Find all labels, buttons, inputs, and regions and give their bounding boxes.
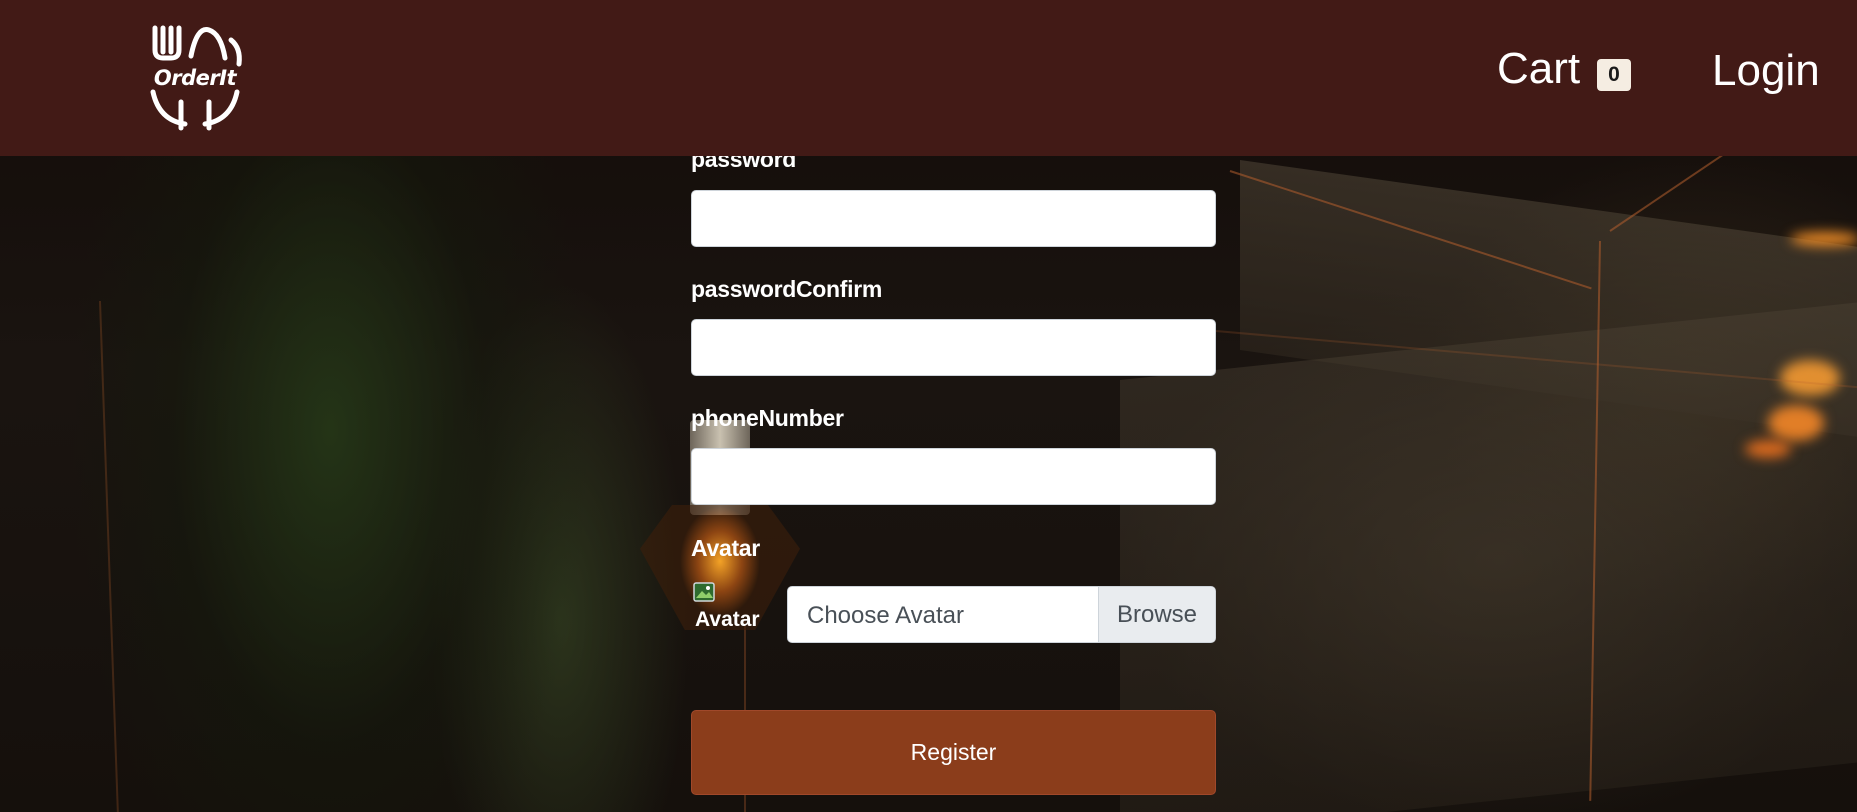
password-confirm-input[interactable]	[691, 319, 1216, 376]
register-button[interactable]: Register	[691, 710, 1216, 795]
avatar-preview-alt-text: Avatar	[695, 608, 760, 631]
logo-text: OrderIt	[153, 66, 237, 90]
avatar-preview: Avatar	[691, 580, 761, 631]
background-light	[1768, 405, 1824, 441]
background-light	[1745, 440, 1791, 458]
phone-number-label: phoneNumber	[691, 405, 844, 431]
orderit-logo[interactable]: OrderIt	[145, 20, 245, 132]
background-wire	[99, 300, 120, 812]
avatar-file-input[interactable]: Choose Avatar Browse	[787, 586, 1216, 643]
nav-login-link[interactable]: Login	[1712, 46, 1820, 96]
background-light	[1780, 360, 1840, 396]
password-input[interactable]	[691, 190, 1216, 247]
background-light	[1790, 232, 1857, 246]
cart-count-badge: 0	[1597, 59, 1631, 91]
phone-number-input[interactable]	[691, 448, 1216, 505]
broken-image-icon	[693, 582, 715, 602]
nav-cart-link[interactable]: Cart	[1497, 44, 1580, 94]
password-confirm-label: passwordConfirm	[691, 276, 883, 302]
avatar-label: Avatar	[691, 535, 760, 561]
browse-button[interactable]: Browse	[1098, 587, 1215, 642]
header-bar: OrderIt Cart 0 Login	[0, 0, 1857, 156]
avatar-file-placeholder: Choose Avatar	[807, 602, 964, 629]
